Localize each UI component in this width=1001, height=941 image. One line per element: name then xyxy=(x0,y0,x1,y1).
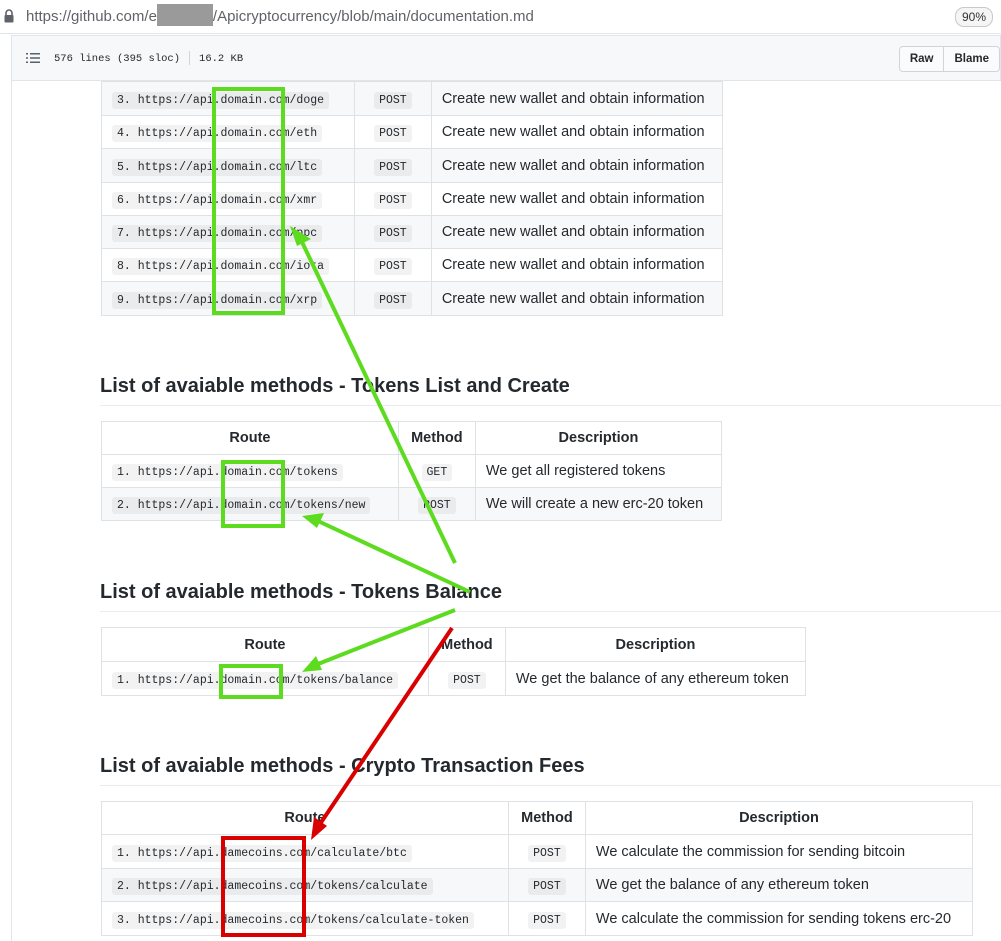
table-header-row: Route Method Description xyxy=(101,421,723,455)
method-code: POST xyxy=(374,291,412,309)
table-row: 5. https://api.domain.com/ltc POST Creat… xyxy=(101,148,724,183)
browser-url-bar[interactable]: https://github.com/e/Apicryptocurrency/b… xyxy=(0,0,1001,34)
description-cell: Create new wallet and obtain information xyxy=(430,81,724,116)
tokens-balance-table: Route Method Description 1. https://api.… xyxy=(101,627,807,696)
table-header-row: Route Method Description xyxy=(101,801,974,835)
red-highlight-box xyxy=(221,836,306,937)
description-cell: We get the balance of any ethereum token xyxy=(584,868,974,902)
description-cell: Create new wallet and obtain information xyxy=(430,182,724,216)
table-row: 4. https://api.domain.com/eth POST Creat… xyxy=(101,115,724,149)
description-cell: Create new wallet and obtain information xyxy=(430,115,724,149)
file-size: 16.2 KB xyxy=(199,52,244,65)
divider xyxy=(189,51,191,65)
raw-button[interactable]: Raw xyxy=(898,46,945,72)
column-header: Description xyxy=(474,421,723,455)
column-header: Description xyxy=(504,627,807,662)
table-row: 8. https://api.domain.com/iota POST Crea… xyxy=(101,248,724,282)
column-header: Route xyxy=(101,627,429,662)
method-code: POST xyxy=(374,192,412,209)
green-highlight-box xyxy=(212,87,285,315)
table-row: 7. https://api.domain.com/ppc POST Creat… xyxy=(101,215,724,249)
table-row: 1. https://api.domain.com/tokens/balance… xyxy=(101,661,807,696)
column-header: Description xyxy=(584,801,974,835)
method-code: POST xyxy=(374,125,412,142)
description-cell: Create new wallet and obtain information xyxy=(430,281,724,316)
url-text[interactable]: https://github.com/e/Apicryptocurrency/b… xyxy=(26,4,534,27)
description-cell: Create new wallet and obtain information xyxy=(430,148,724,183)
method-code: POST xyxy=(528,911,566,929)
zoom-level-badge[interactable]: 90% xyxy=(954,7,993,27)
file-actions: Raw Blame xyxy=(898,46,1000,72)
column-header: Route xyxy=(101,801,509,835)
column-header: Method xyxy=(397,421,476,455)
lock-icon xyxy=(4,9,14,23)
url-suffix: /Apicryptocurrency/blob/main/documentati… xyxy=(212,8,534,25)
description-cell: We calculate the commission for sending … xyxy=(584,834,974,869)
url-prefix: https://github.com/e xyxy=(26,8,157,25)
table-row: 6. https://api.domain.com/xmr POST Creat… xyxy=(101,182,724,216)
url-redaction xyxy=(156,4,213,27)
line-count: 576 lines (395 sloc) xyxy=(54,52,181,65)
method-code: POST xyxy=(448,671,486,689)
table-row: 1. https://api.domain.com/tokens GET We … xyxy=(101,454,723,488)
tokens-list-table: Route Method Description 1. https://api.… xyxy=(101,421,723,521)
section-heading: List of avaiable methods - Crypto Transa… xyxy=(100,755,585,777)
method-code: POST xyxy=(418,497,456,514)
column-header: Method xyxy=(427,627,506,662)
method-code: POST xyxy=(374,91,412,109)
description-cell: We get all registered tokens xyxy=(474,454,723,488)
blame-button[interactable]: Blame xyxy=(944,46,1000,72)
description-cell: Create new wallet and obtain information xyxy=(430,215,724,249)
table-row: 9. https://api.domain.com/xrp POST Creat… xyxy=(101,281,724,316)
file-info: 576 lines (395 sloc) 16.2 KB xyxy=(54,51,243,65)
wallet-methods-table: 3. https://api.domain.com/doge POST Crea… xyxy=(101,81,724,316)
file-header: 576 lines (395 sloc) 16.2 KB Raw Blame xyxy=(11,35,1001,81)
green-highlight-box xyxy=(219,664,283,699)
method-code: POST xyxy=(374,258,412,275)
description-cell: Create new wallet and obtain information xyxy=(430,248,724,282)
heading-divider xyxy=(100,405,1001,406)
heading-divider xyxy=(100,785,1001,786)
column-header: Method xyxy=(507,801,586,835)
description-cell: We calculate the commission for sending … xyxy=(584,901,974,936)
description-cell: We get the balance of any ethereum token xyxy=(504,661,807,696)
list-lines-icon[interactable] xyxy=(26,52,40,64)
method-code: GET xyxy=(421,464,453,481)
heading-divider xyxy=(100,611,1001,612)
section-heading: List of avaiable methods - Tokens List a… xyxy=(100,375,570,397)
green-highlight-box xyxy=(221,460,285,528)
table-header-row: Route Method Description xyxy=(101,627,807,662)
table-row: 3. https://api.domain.com/doge POST Crea… xyxy=(101,81,724,116)
column-header: Route xyxy=(101,421,399,455)
method-code: POST xyxy=(528,844,566,862)
table-row: 2. https://api.domain.com/tokens/new POS… xyxy=(101,487,723,521)
method-code: POST xyxy=(374,225,412,242)
section-heading: List of avaiable methods - Tokens Balanc… xyxy=(100,581,502,603)
description-cell: We will create a new erc-20 token xyxy=(474,487,723,521)
method-code: POST xyxy=(374,158,412,176)
method-code: POST xyxy=(528,878,566,895)
